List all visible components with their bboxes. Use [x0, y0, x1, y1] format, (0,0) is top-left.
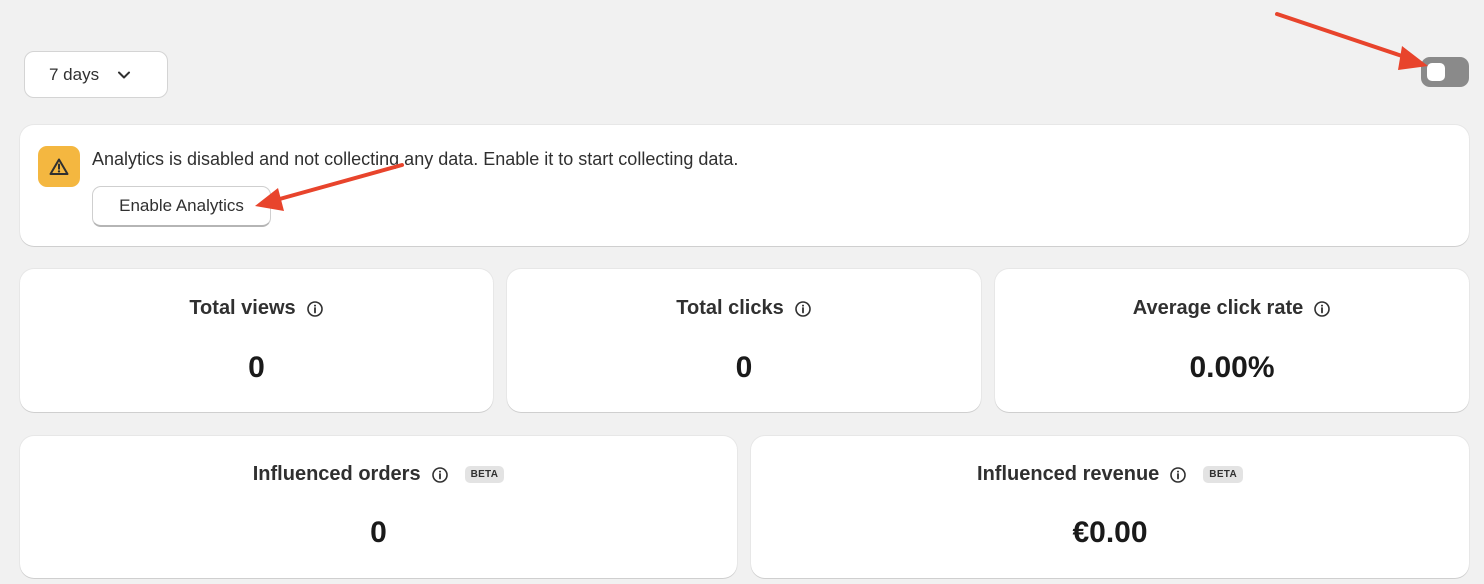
metric-title: Influenced revenue — [977, 463, 1160, 485]
metric-card-total-views: Total views 0 — [20, 269, 493, 412]
metric-value: 0 — [248, 351, 265, 384]
arrow-to-toggle — [1275, 12, 1428, 70]
metric-value: 0 — [370, 516, 387, 549]
enable-analytics-button[interactable]: Enable Analytics — [92, 186, 271, 227]
metric-card-average-click-rate: Average click rate 0.00% — [995, 269, 1469, 412]
toggle-knob — [1427, 63, 1445, 81]
warning-icon — [38, 146, 80, 187]
info-icon[interactable] — [306, 300, 324, 318]
metric-title: Influenced orders — [252, 463, 421, 485]
info-icon[interactable] — [794, 300, 812, 318]
metric-card-influenced-revenue: Influenced revenue BETA €0.00 — [751, 436, 1469, 578]
period-select[interactable]: 7 days — [24, 51, 168, 98]
info-icon[interactable] — [1313, 300, 1331, 318]
chevron-down-icon — [115, 66, 133, 84]
metric-title: Total views — [189, 297, 296, 319]
metric-value: 0.00% — [1189, 351, 1275, 384]
metric-value: 0 — [735, 351, 753, 384]
period-select-value: 7 days — [49, 64, 100, 84]
metric-title: Average click rate — [1132, 297, 1304, 319]
analytics-toggle[interactable] — [1421, 57, 1469, 87]
metric-title: Total clicks — [676, 297, 784, 319]
metric-value: €0.00 — [1072, 516, 1148, 549]
metric-card-influenced-orders: Influenced orders BETA 0 — [20, 436, 737, 578]
banner-message: Analytics is disabled and not collecting… — [92, 149, 739, 169]
metric-card-total-clicks: Total clicks 0 — [507, 269, 981, 412]
analytics-page: 7 days Analytics is disabled and not col… — [0, 0, 1484, 584]
analytics-disabled-banner: Analytics is disabled and not collecting… — [20, 125, 1469, 246]
beta-badge: BETA — [1203, 466, 1243, 483]
info-icon[interactable] — [431, 466, 449, 484]
info-icon[interactable] — [1169, 466, 1187, 484]
beta-badge: BETA — [464, 466, 505, 483]
